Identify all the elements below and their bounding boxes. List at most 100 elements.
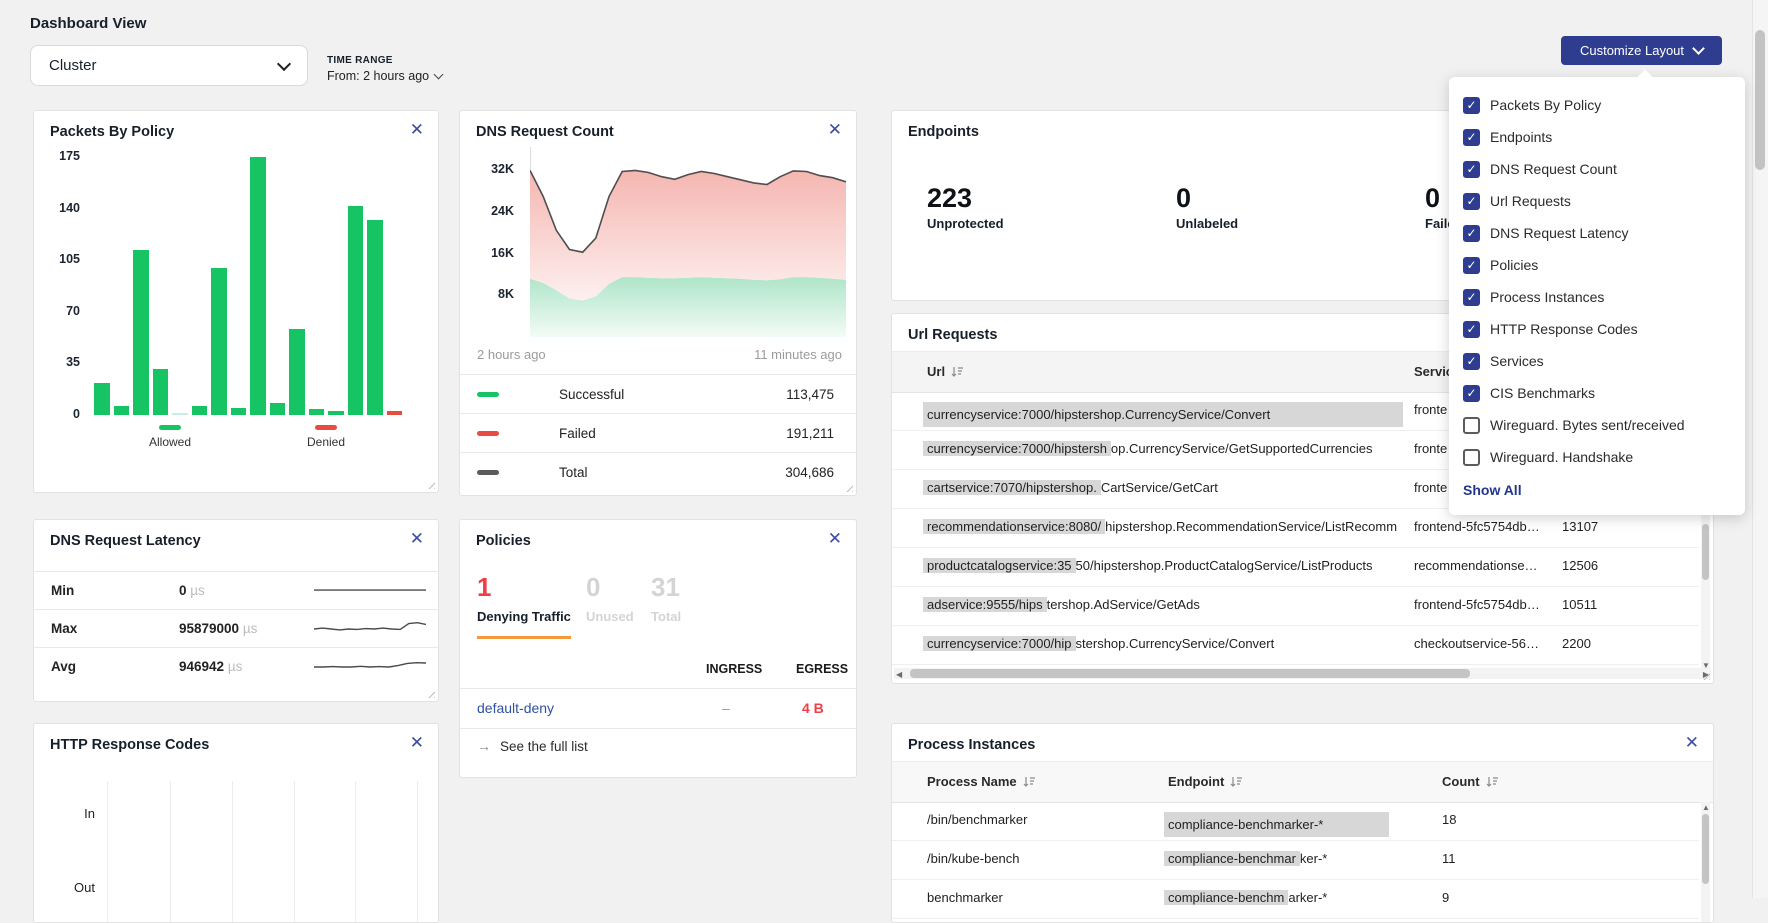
widget-dns-request-count: DNS Request Count ✕ 32K24K16K8K 2 hours … bbox=[459, 110, 857, 496]
sort-icon[interactable] bbox=[951, 366, 964, 378]
policy-link[interactable]: default-deny bbox=[477, 700, 554, 716]
checkbox-checked-icon[interactable]: ✓ bbox=[1463, 385, 1480, 402]
resize-handle[interactable] bbox=[426, 689, 435, 698]
checkbox-checked-icon[interactable]: ✓ bbox=[1463, 257, 1480, 274]
process-table-row[interactable]: benchmarkercompliance-benchmarker-*9 bbox=[892, 879, 1699, 919]
menu-item-label: Url Requests bbox=[1490, 193, 1571, 209]
total-swatch bbox=[477, 470, 499, 475]
show-all-link[interactable]: Show All bbox=[1449, 473, 1745, 507]
checkbox-checked-icon[interactable]: ✓ bbox=[1463, 97, 1480, 114]
checkbox-checked-icon[interactable]: ✓ bbox=[1463, 353, 1480, 370]
url-highlight: adservice:9555/hips bbox=[923, 597, 1047, 612]
chevron-down-icon bbox=[1692, 42, 1705, 55]
close-icon[interactable]: ✕ bbox=[1685, 734, 1699, 751]
vertical-scrollbar[interactable]: ▲ bbox=[1701, 802, 1710, 922]
menu-item-process-instances[interactable]: ✓Process Instances bbox=[1449, 281, 1745, 313]
menu-item-packets-by-policy[interactable]: ✓Packets By Policy bbox=[1449, 89, 1745, 121]
menu-item-label: DNS Request Count bbox=[1490, 161, 1617, 177]
y-tick-label: 70 bbox=[34, 304, 80, 318]
url-text: CartService/GetCart bbox=[1101, 480, 1218, 495]
sort-icon[interactable] bbox=[1486, 776, 1499, 788]
time-range: TIME RANGE From: 2 hours ago bbox=[327, 55, 442, 83]
see-full-list-link[interactable]: → See the full list bbox=[477, 738, 588, 754]
checkbox-checked-icon[interactable]: ✓ bbox=[1463, 225, 1480, 242]
legend-allowed: Allowed bbox=[92, 425, 248, 449]
column-process-name[interactable]: Process Name bbox=[927, 774, 1036, 789]
checkbox-unchecked-icon[interactable] bbox=[1463, 417, 1480, 434]
tab-denying-traffic[interactable]: 1 Denying Traffic bbox=[477, 572, 571, 639]
column-url[interactable]: Url bbox=[927, 364, 964, 379]
time-range-value[interactable]: From: 2 hours ago bbox=[327, 69, 442, 83]
close-icon[interactable]: ✕ bbox=[410, 121, 424, 138]
scrollbar-thumb[interactable] bbox=[1755, 30, 1765, 170]
sort-icon[interactable] bbox=[1023, 776, 1036, 788]
time-range-label: TIME RANGE bbox=[327, 55, 442, 66]
checkbox-checked-icon[interactable]: ✓ bbox=[1463, 321, 1480, 338]
scrollbar-thumb[interactable] bbox=[1702, 814, 1709, 884]
close-icon[interactable]: ✕ bbox=[410, 734, 424, 751]
close-icon[interactable]: ✕ bbox=[828, 121, 842, 138]
widget-title: HTTP Response Codes bbox=[50, 737, 209, 753]
endpoint-cell: compliance-benchmarker-* bbox=[1164, 851, 1424, 866]
url-table-row[interactable]: productcatalogservice:3550/hipstershop.P… bbox=[892, 547, 1699, 587]
view-select[interactable]: Cluster bbox=[30, 45, 308, 86]
process-table-row[interactable]: /bin/benchmarkercompliance-benchmarker-*… bbox=[892, 801, 1699, 841]
count-cell: 2200 bbox=[1562, 636, 1652, 651]
latency-label: Min bbox=[51, 583, 74, 598]
tab-total[interactable]: 31 Total bbox=[651, 572, 681, 624]
legend-label: Denied bbox=[307, 435, 345, 449]
menu-item-services[interactable]: ✓Services bbox=[1449, 345, 1745, 377]
widget-title: Process Instances bbox=[908, 737, 1035, 753]
customize-layout-button[interactable]: Customize Layout bbox=[1561, 36, 1722, 65]
column-endpoint[interactable]: Endpoint bbox=[1168, 774, 1243, 789]
latency-value: 95879000 bbox=[179, 621, 239, 636]
scroll-up-icon[interactable]: ▲ bbox=[1702, 803, 1710, 812]
url-cell: currencyservice:7000/hipstershop.Currenc… bbox=[923, 636, 1408, 651]
column-count[interactable]: Count bbox=[1442, 774, 1499, 789]
sort-icon[interactable] bbox=[1230, 776, 1243, 788]
menu-item-http-response-codes[interactable]: ✓HTTP Response Codes bbox=[1449, 313, 1745, 345]
url-table-row[interactable]: currencyservice:7000/hipstershop.Currenc… bbox=[892, 625, 1699, 665]
widget-http-response-codes: HTTP Response Codes ✕ In Out bbox=[33, 723, 439, 923]
page-scrollbar[interactable] bbox=[1752, 0, 1768, 898]
checkbox-checked-icon[interactable]: ✓ bbox=[1463, 289, 1480, 306]
gridline bbox=[294, 781, 295, 922]
scrollbar-thumb[interactable] bbox=[910, 669, 1470, 678]
stat-unprotected: 223 Unprotected bbox=[927, 183, 1004, 231]
tab-unused[interactable]: 0 Unused bbox=[586, 572, 634, 624]
policy-row: default-deny – 4 B bbox=[460, 688, 856, 729]
latency-row-avg: Avg 946942 µs bbox=[34, 647, 438, 686]
menu-item-endpoints[interactable]: ✓Endpoints bbox=[1449, 121, 1745, 153]
resize-handle[interactable] bbox=[426, 480, 435, 489]
close-icon[interactable]: ✕ bbox=[410, 530, 424, 547]
menu-item-wireguard-handshake[interactable]: Wireguard. Handshake bbox=[1449, 441, 1745, 473]
checkbox-checked-icon[interactable]: ✓ bbox=[1463, 161, 1480, 178]
menu-item-url-requests[interactable]: ✓ Url Requests bbox=[1449, 185, 1745, 217]
gridline bbox=[417, 781, 418, 922]
horizontal-scrollbar[interactable]: ◀ ▶ bbox=[894, 668, 1711, 679]
widget-packets-by-policy: Packets By Policy ✕ 03570105140175 Allow… bbox=[33, 110, 439, 493]
checkbox-unchecked-icon[interactable] bbox=[1463, 449, 1480, 466]
scroll-left-icon[interactable]: ◀ bbox=[896, 670, 902, 679]
menu-item-dns-request-count[interactable]: ✓ DNS Request Count bbox=[1449, 153, 1745, 185]
checkbox-checked-icon[interactable]: ✓ bbox=[1463, 129, 1480, 146]
chevron-down-icon bbox=[277, 56, 291, 70]
count-cell: 10511 bbox=[1562, 597, 1652, 612]
menu-item-wireguard-bytes-sent-received[interactable]: Wireguard. Bytes sent/received bbox=[1449, 409, 1745, 441]
menu-item-dns-request-latency[interactable]: ✓DNS Request Latency bbox=[1449, 217, 1745, 249]
widget-title: Url Requests bbox=[908, 327, 997, 343]
column-label: Url bbox=[927, 364, 945, 379]
process-table-row[interactable]: /bin/kube-benchcompliance-benchmarker-*1… bbox=[892, 840, 1699, 880]
checkbox-checked-icon[interactable]: ✓ bbox=[1463, 193, 1480, 210]
y-tick-label: 32K bbox=[474, 162, 514, 176]
scrollbar-thumb[interactable] bbox=[1702, 524, 1709, 580]
url-text: tershop.AdService/GetAds bbox=[1047, 597, 1200, 612]
bar-allowed bbox=[328, 411, 344, 415]
menu-item-label: Wireguard. Bytes sent/received bbox=[1490, 417, 1685, 433]
menu-item-cis-benchmarks[interactable]: ✓CIS Benchmarks bbox=[1449, 377, 1745, 409]
close-icon[interactable]: ✕ bbox=[828, 530, 842, 547]
menu-item-policies[interactable]: ✓Policies bbox=[1449, 249, 1745, 281]
row-label-in: In bbox=[55, 806, 95, 821]
widget-title: Packets By Policy bbox=[50, 124, 174, 140]
url-table-row[interactable]: adservice:9555/hipstershop.AdService/Get… bbox=[892, 586, 1699, 626]
